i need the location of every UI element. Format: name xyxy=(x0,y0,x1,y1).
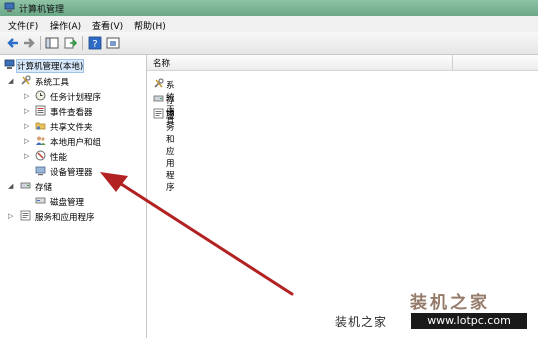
watermark-site-name: 装机之家 xyxy=(335,315,388,329)
watermark-url: www.lotpc.com xyxy=(411,313,527,329)
watermark-logo-text: 装机之家 xyxy=(410,293,490,313)
watermark-banner: 装机之家 www.lotpc.com xyxy=(331,311,531,331)
